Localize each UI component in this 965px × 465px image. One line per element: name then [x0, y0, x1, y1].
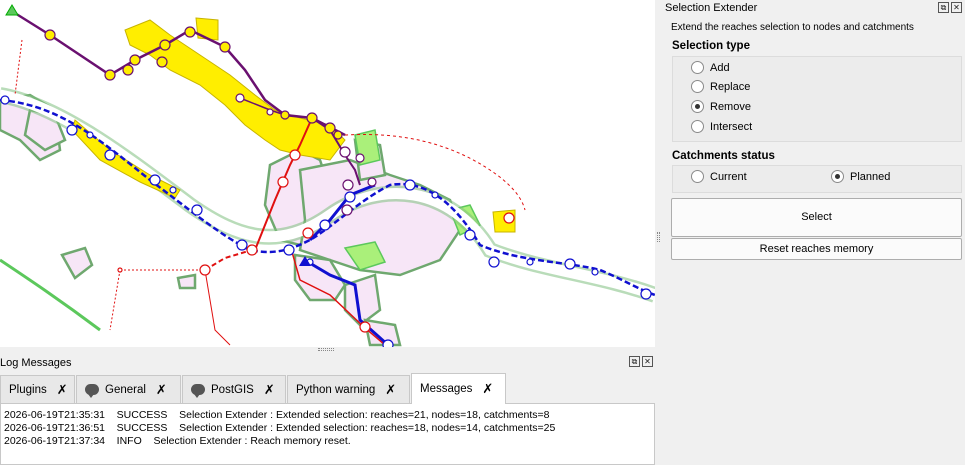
log-messages-panel: Log Messages ⧉ ✕ Plugins ✗ General ✗ Pos…	[0, 353, 655, 465]
radio-indicator[interactable]	[691, 170, 704, 183]
close-icon[interactable]: ✗	[482, 381, 493, 397]
selected-catchment	[195, 17, 219, 41]
radio-add[interactable]: Add	[691, 61, 730, 74]
map-drawing	[0, 4, 655, 347]
selection-extender-dock: Selection Extender ⧉ ✕ Extend the reache…	[663, 0, 965, 465]
horizontal-splitter[interactable]	[318, 348, 334, 351]
catchment	[176, 273, 197, 290]
red-reach	[109, 269, 121, 331]
close-log-button[interactable]: ✕	[642, 356, 653, 367]
close-icon[interactable]: ✗	[385, 382, 396, 398]
chat-bubble-icon	[85, 384, 99, 398]
dock-title: Selection Extender	[665, 2, 758, 14]
log-line: 2026-06-19T21:37:34 INFO Selection Exten…	[4, 435, 351, 447]
float-dock-button[interactable]: ⧉	[938, 2, 949, 13]
selected-catchment	[124, 19, 346, 161]
log-line: 2026-06-19T21:36:51 SUCCESS Selection Ex…	[4, 422, 556, 434]
radio-current[interactable]: Current	[691, 170, 747, 183]
radio-indicator[interactable]	[691, 120, 704, 133]
radio-remove[interactable]: Remove	[691, 100, 751, 113]
log-tabs: Plugins ✗ General ✗ PostGIS ✗ Python war…	[0, 373, 655, 404]
outlet-node-icon	[5, 4, 19, 16]
close-icon[interactable]: ✗	[156, 382, 167, 398]
tab-general[interactable]: General ✗	[76, 375, 181, 403]
tab-plugins[interactable]: Plugins ✗	[0, 375, 75, 403]
radio-indicator-checked[interactable]	[691, 100, 704, 113]
chat-bubble-icon	[191, 384, 205, 398]
red-reach	[204, 269, 231, 346]
red-reach	[204, 249, 253, 271]
log-panel-title: Log Messages	[0, 357, 72, 369]
splitter-grip[interactable]	[657, 232, 660, 242]
catchments-status-title: Catchments status	[672, 150, 775, 162]
radio-replace[interactable]: Replace	[691, 80, 750, 93]
dock-description: Extend the reaches selection to nodes an…	[671, 22, 914, 33]
log-messages-body[interactable]: 2026-06-19T21:35:31 SUCCESS Selection Ex…	[0, 403, 655, 465]
reset-reaches-memory-button[interactable]: Reset reaches memory	[671, 238, 962, 260]
close-dock-button[interactable]: ✕	[951, 2, 962, 13]
radio-indicator[interactable]	[691, 80, 704, 93]
tab-postgis[interactable]: PostGIS ✗	[182, 375, 286, 403]
log-line: 2026-06-19T21:35:31 SUCCESS Selection Ex…	[4, 409, 550, 421]
radio-indicator[interactable]	[691, 61, 704, 74]
close-icon[interactable]: ✗	[57, 382, 68, 398]
radio-planned[interactable]: Planned	[831, 170, 890, 183]
tab-messages[interactable]: Messages ✗	[411, 373, 506, 404]
close-icon[interactable]: ✗	[264, 382, 275, 398]
tab-python-warning[interactable]: Python warning ✗	[287, 375, 410, 403]
red-reach	[14, 39, 23, 96]
radio-indicator-checked[interactable]	[831, 170, 844, 183]
select-button[interactable]: Select	[671, 198, 962, 237]
float-log-button[interactable]: ⧉	[629, 356, 640, 367]
radio-intersect[interactable]: Intersect	[691, 120, 752, 133]
selection-type-title: Selection type	[672, 40, 750, 52]
map-canvas[interactable]	[0, 0, 655, 347]
catchment	[60, 246, 94, 280]
